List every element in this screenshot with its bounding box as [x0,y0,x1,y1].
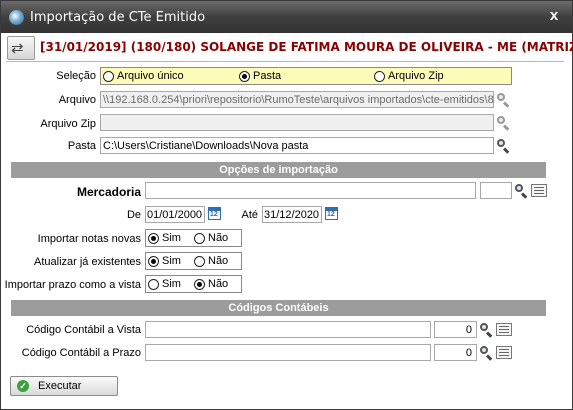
executar-label: Executar [38,380,82,392]
radio-circle-checked [239,71,250,82]
radio-arquivo-zip[interactable]: Arquivo Zip [374,70,474,84]
pasta-browse-button[interactable] [495,137,512,154]
arquivo-browse-button[interactable] [495,91,512,108]
radio-circle [194,233,205,244]
radio-arquivo-unico[interactable]: Arquivo único [103,70,223,84]
radio-circle [194,256,205,267]
mercadoria-search-button[interactable] [513,182,530,199]
de-date-field[interactable]: 01/01/2000 [145,206,205,223]
radio-label: Arquivo Zip [388,70,444,82]
codigo-vista-search-button[interactable] [478,321,495,338]
codigo-prazo-label: Código Contábil a Prazo [21,347,141,359]
arquivo-zip-label: Arquivo Zip [40,118,96,130]
ate-label: Até [241,209,258,221]
codigo-vista-field[interactable] [145,321,431,338]
atualizar-existentes-group: Sim Não [145,252,242,270]
radio-prazo-sim[interactable]: Sim [148,278,188,292]
de-label: De [126,209,141,221]
ate-calendar-icon[interactable]: 12 [325,207,338,220]
codigo-prazo-list-button[interactable] [496,346,512,359]
selecao-radio-group: Arquivo único Pasta Arquivo Zip [100,67,512,85]
arquivo-zip-field[interactable] [100,114,494,131]
radio-circle [374,71,385,82]
importar-prazo-label: Importar prazo como a vista [4,279,141,291]
radio-notas-sim[interactable]: Sim [148,232,188,246]
radio-pasta[interactable]: Pasta [239,70,319,84]
mercadoria-label: Mercadoria [76,185,141,199]
codigo-vista-list-button[interactable] [496,323,512,336]
title-bar: Importação de CTe Emitido x [1,1,572,33]
header-company-title: [31/01/2019] (180/180) SOLANGE DE FATIMA… [40,40,573,54]
mercadoria-list-button[interactable] [531,184,547,197]
radio-label: Sim [162,278,181,290]
arquivo-field[interactable]: \\192.168.0.254\priori\repositorio\RumoT… [100,91,494,108]
radio-circle-checked [148,256,159,267]
atualizar-existentes-label: Atualizar já existentes [34,256,141,268]
radio-label: Sim [162,232,181,244]
importar-notas-novas-group: Sim Não [145,229,242,247]
radio-notas-nao[interactable]: Não [194,232,234,246]
window-title: Importação de CTe Emitido [30,10,206,25]
close-button[interactable]: x [546,8,562,24]
codigo-prazo-search-button[interactable] [478,344,495,361]
pasta-field[interactable]: C:\Users\Cristiane\Downloads\Nova pasta [100,137,494,154]
app-logo-icon [9,10,24,25]
codigo-vista-number[interactable]: 0 [434,321,477,338]
radio-atualizar-nao[interactable]: Não [194,255,234,269]
codigo-vista-label: Código Contábil a Vista [26,324,141,336]
radio-circle-checked [194,279,205,290]
pasta-label: Pasta [67,140,96,152]
radio-label: Pasta [253,70,282,82]
de-calendar-icon[interactable]: 12 [208,207,221,220]
importar-notas-novas-label: Importar notas novas [37,233,141,245]
radio-prazo-nao[interactable]: Não [194,278,234,292]
radio-circle [148,279,159,290]
header-divider [6,61,564,62]
codigo-prazo-number[interactable]: 0 [434,344,477,361]
swap-arrows-icon: ⇄ [11,40,24,57]
mercadoria-code-field[interactable] [480,182,512,199]
executar-button[interactable]: ✓ Executar [10,376,118,396]
check-circle-icon: ✓ [17,380,29,392]
swap-company-button[interactable]: ⇄ [7,36,35,60]
selecao-label: Seleção [56,70,96,82]
radio-label: Não [208,232,229,244]
radio-label: Sim [162,255,181,267]
arquivo-label: Arquivo [58,94,96,106]
arquivo-zip-browse-button[interactable] [495,114,512,131]
radio-label: Não [208,255,229,267]
importar-prazo-group: Sim Não [145,275,242,293]
radio-circle [103,71,114,82]
ate-date-field[interactable]: 31/12/2020 [262,206,322,223]
radio-circle-checked [148,233,159,244]
section-opcoes-importacao: Opções de importação [11,162,546,178]
codigo-prazo-field[interactable] [145,344,431,361]
radio-label: Arquivo único [117,70,184,82]
radio-label: Não [208,278,229,290]
radio-atualizar-sim[interactable]: Sim [148,255,188,269]
mercadoria-field[interactable] [145,182,476,199]
section-codigos-contabeis: Códigos Contábeis [11,300,546,316]
